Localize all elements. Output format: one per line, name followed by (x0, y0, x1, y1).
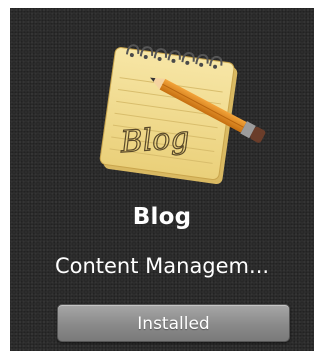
app-tile[interactable]: Blog Blog Content Managem... Installed (10, 8, 314, 351)
notepad-handwriting: Blog (118, 120, 190, 160)
app-description: Content Managem... (54, 254, 270, 278)
app-title: Blog (132, 204, 192, 230)
notepad-pencil-icon: Blog (92, 42, 272, 192)
installed-button[interactable]: Installed (57, 304, 290, 342)
